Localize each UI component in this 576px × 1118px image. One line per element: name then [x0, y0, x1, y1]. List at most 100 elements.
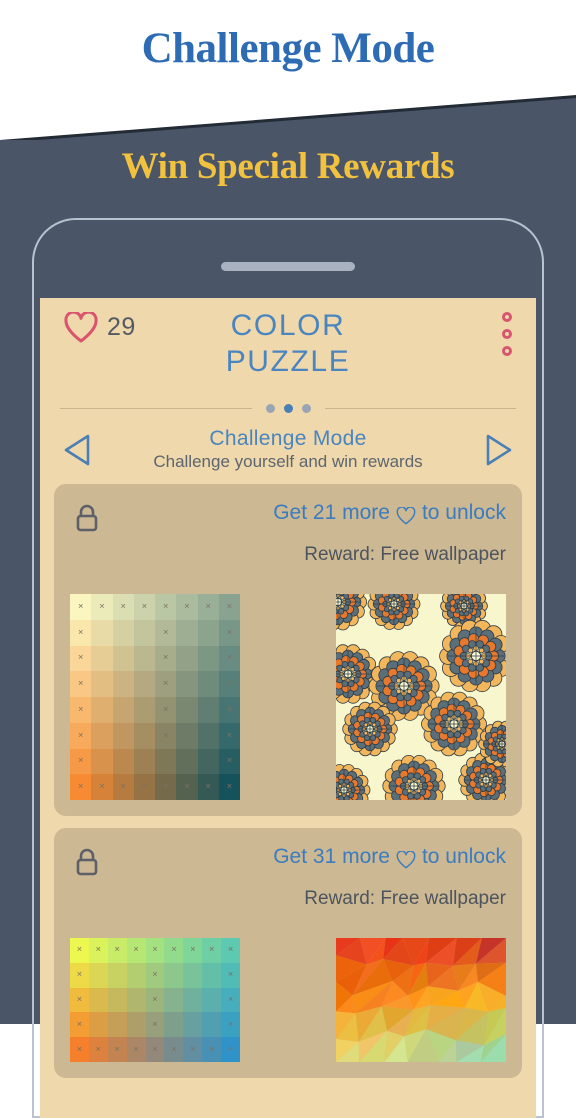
grid-cell[interactable]	[164, 988, 183, 1013]
grid-cell[interactable]	[134, 620, 155, 646]
grid-cell[interactable]	[183, 1012, 202, 1037]
grid-cell[interactable]: ✕	[108, 1037, 127, 1062]
grid-cell[interactable]: ✕	[155, 594, 176, 620]
grid-cell[interactable]	[108, 988, 127, 1013]
grid-cell[interactable]: ✕	[155, 774, 176, 800]
grid-cell[interactable]	[127, 988, 146, 1013]
color-grid-thumbnail[interactable]: ✕✕✕✕✕✕✕✕✕✕✕✕✕✕✕✕✕✕✕✕✕✕✕✕✕✕✕✕✕✕✕✕✕✕	[70, 594, 240, 800]
grid-cell[interactable]: ✕	[219, 749, 240, 775]
grid-cell[interactable]: ✕	[183, 1037, 202, 1062]
grid-cell[interactable]	[108, 963, 127, 988]
grid-cell[interactable]: ✕	[91, 594, 112, 620]
grid-cell[interactable]	[113, 671, 134, 697]
grid-cell[interactable]: ✕	[108, 938, 127, 963]
grid-cell[interactable]: ✕	[155, 697, 176, 723]
grid-cell[interactable]	[91, 671, 112, 697]
grid-cell[interactable]: ✕	[221, 1012, 240, 1037]
pager-dot-2[interactable]	[284, 404, 293, 413]
grid-cell[interactable]: ✕	[70, 594, 91, 620]
grid-cell[interactable]: ✕	[146, 963, 165, 988]
arrow-right-icon[interactable]	[484, 433, 514, 467]
grid-cell[interactable]: ✕	[198, 594, 219, 620]
grid-cell[interactable]	[198, 697, 219, 723]
grid-cell[interactable]	[91, 697, 112, 723]
grid-cell[interactable]: ✕	[70, 671, 91, 697]
grid-cell[interactable]: ✕	[176, 594, 197, 620]
grid-cell[interactable]: ✕	[70, 1037, 89, 1062]
grid-cell[interactable]: ✕	[70, 620, 91, 646]
grid-cell[interactable]	[202, 963, 221, 988]
grid-cell[interactable]: ✕	[221, 988, 240, 1013]
grid-cell[interactable]	[113, 749, 134, 775]
grid-cell[interactable]: ✕	[70, 723, 91, 749]
pager-dot-1[interactable]	[266, 404, 275, 413]
arrow-left-icon[interactable]	[62, 433, 92, 467]
grid-cell[interactable]: ✕	[202, 938, 221, 963]
grid-cell[interactable]: ✕	[221, 938, 240, 963]
pager-dot-3[interactable]	[302, 404, 311, 413]
grid-cell[interactable]: ✕	[70, 697, 91, 723]
grid-cell[interactable]	[202, 1012, 221, 1037]
grid-cell[interactable]: ✕	[219, 671, 240, 697]
grid-cell[interactable]	[198, 749, 219, 775]
grid-cell[interactable]: ✕	[219, 774, 240, 800]
grid-cell[interactable]: ✕	[202, 1037, 221, 1062]
grid-cell[interactable]: ✕	[70, 646, 91, 672]
color-grid-thumbnail[interactable]: ✕✕✕✕✕✕✕✕✕✕✕✕✕✕✕✕✕✕✕✕✕✕✕✕✕✕✕	[70, 938, 240, 1062]
grid-cell[interactable]	[113, 620, 134, 646]
grid-cell[interactable]	[134, 671, 155, 697]
challenge-card[interactable]: Get 31 more to unlock Reward: Free wallp…	[54, 828, 522, 1078]
grid-cell[interactable]: ✕	[134, 594, 155, 620]
grid-cell[interactable]: ✕	[155, 671, 176, 697]
grid-cell[interactable]	[176, 697, 197, 723]
grid-cell[interactable]: ✕	[113, 594, 134, 620]
pager-dots[interactable]	[252, 404, 325, 413]
grid-cell[interactable]	[183, 988, 202, 1013]
grid-cell[interactable]: ✕	[219, 594, 240, 620]
grid-cell[interactable]: ✕	[164, 1037, 183, 1062]
grid-cell[interactable]	[113, 697, 134, 723]
grid-cell[interactable]: ✕	[219, 620, 240, 646]
grid-cell[interactable]	[198, 620, 219, 646]
grid-cell[interactable]	[198, 723, 219, 749]
grid-cell[interactable]: ✕	[134, 774, 155, 800]
grid-cell[interactable]	[198, 671, 219, 697]
mandala-wallpaper-thumbnail[interactable]	[336, 594, 506, 800]
grid-cell[interactable]	[134, 749, 155, 775]
grid-cell[interactable]	[91, 723, 112, 749]
grid-cell[interactable]: ✕	[146, 1012, 165, 1037]
grid-cell[interactable]	[91, 620, 112, 646]
grid-cell[interactable]: ✕	[155, 646, 176, 672]
grid-cell[interactable]	[113, 723, 134, 749]
grid-cell[interactable]	[183, 963, 202, 988]
grid-cell[interactable]: ✕	[113, 774, 134, 800]
grid-cell[interactable]: ✕	[219, 723, 240, 749]
grid-cell[interactable]: ✕	[70, 774, 91, 800]
grid-cell[interactable]: ✕	[70, 938, 89, 963]
grid-cell[interactable]	[89, 1012, 108, 1037]
grid-cell[interactable]: ✕	[155, 620, 176, 646]
grid-cell[interactable]	[127, 963, 146, 988]
grid-cell[interactable]: ✕	[146, 1037, 165, 1062]
polygon-wallpaper-thumbnail[interactable]	[336, 938, 506, 1062]
grid-cell[interactable]: ✕	[70, 963, 89, 988]
grid-cell[interactable]: ✕	[183, 938, 202, 963]
grid-cell[interactable]: ✕	[146, 988, 165, 1013]
grid-cell[interactable]	[198, 646, 219, 672]
grid-cell[interactable]	[176, 749, 197, 775]
grid-cell[interactable]	[127, 1012, 146, 1037]
grid-cell[interactable]: ✕	[221, 1037, 240, 1062]
grid-cell[interactable]: ✕	[70, 988, 89, 1013]
grid-cell[interactable]	[89, 963, 108, 988]
challenge-card[interactable]: Get 21 more to unlock Reward: Free wallp…	[54, 484, 522, 816]
grid-cell[interactable]: ✕	[221, 963, 240, 988]
kebab-menu-icon[interactable]	[502, 312, 512, 356]
grid-cell[interactable]	[89, 988, 108, 1013]
grid-cell[interactable]: ✕	[127, 1037, 146, 1062]
grid-cell[interactable]	[176, 671, 197, 697]
grid-cell[interactable]: ✕	[155, 723, 176, 749]
grid-cell[interactable]	[176, 620, 197, 646]
grid-cell[interactable]: ✕	[89, 1037, 108, 1062]
grid-cell[interactable]	[134, 697, 155, 723]
grid-cell[interactable]	[176, 646, 197, 672]
